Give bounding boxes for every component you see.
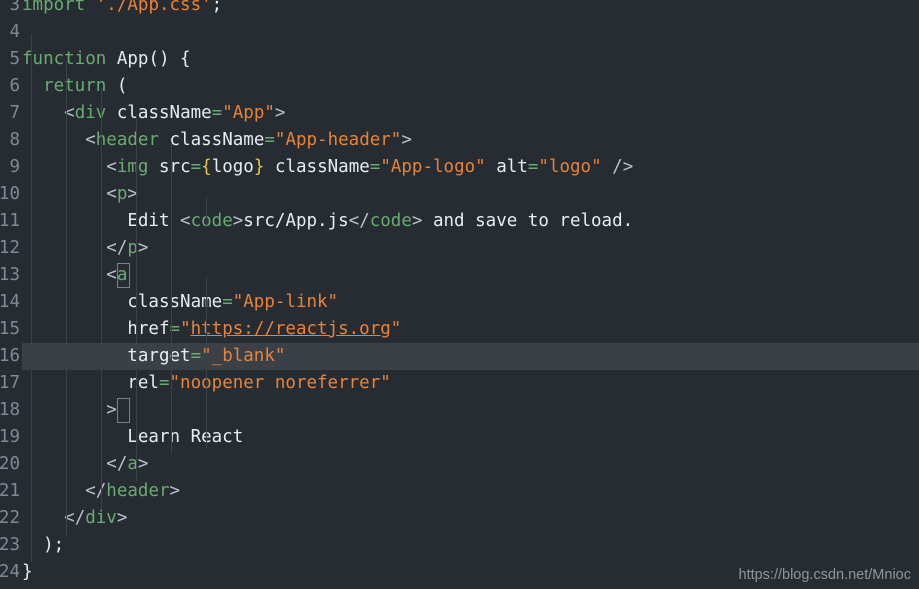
line-number: 23 — [0, 535, 20, 555]
code-line[interactable]: Learn React — [0, 424, 919, 451]
indent-guide — [206, 196, 207, 227]
code-line[interactable]: Edit <code>src/App.js</code> and save to… — [0, 208, 919, 235]
watermark-text: https://blog.csdn.net/Mnioc — [738, 567, 912, 583]
code-editor[interactable]: import './App.css'; function App() { ret… — [0, 0, 919, 589]
code-line[interactable]: </a> — [0, 451, 919, 478]
code-line-text: } — [22, 562, 33, 582]
code-line[interactable] — [0, 19, 919, 46]
line-number: 10 — [0, 184, 20, 204]
line-number: 15 — [0, 319, 20, 339]
code-line[interactable]: function App() { — [0, 46, 919, 73]
code-line-text: <p> — [106, 184, 138, 204]
line-number: 21 — [0, 481, 20, 501]
line-number: 22 — [0, 508, 20, 528]
code-line[interactable]: <header className="App-header"> — [0, 127, 919, 154]
code-line[interactable]: <img src={logo} className="App-logo" alt… — [0, 154, 919, 181]
line-number: 20 — [0, 454, 20, 474]
code-line-text: </p> — [106, 238, 149, 258]
code-line-text: Learn React — [22, 427, 244, 447]
line-number: 12 — [0, 238, 20, 258]
code-line-text: > — [106, 400, 117, 420]
line-number: 14 — [0, 292, 20, 312]
line-number: 6 — [9, 76, 20, 96]
code-line-text: Edit <code>src/App.js</code> and save to… — [22, 211, 634, 231]
code-line-text: target="_blank" — [127, 346, 286, 366]
code-line-text: <a — [106, 265, 128, 285]
code-line[interactable]: className="App-link" — [0, 289, 919, 316]
line-number: 9 — [9, 157, 20, 177]
code-line[interactable]: return ( — [0, 73, 919, 100]
code-line-text: ); — [22, 535, 65, 555]
code-line[interactable]: </p> — [0, 235, 919, 262]
line-number: 4 — [9, 22, 20, 42]
code-line-text: href="https://reactjs.org" — [127, 319, 402, 339]
line-number-gutter: 3 4 5 6 7 8 9 10 11 12 13 14 15 16 17 18 19 20 21 22 23 24 — [0, 0, 22, 589]
indent-guide — [31, 34, 32, 562]
code-line[interactable]: href="https://reactjs.org" — [0, 316, 919, 343]
line-number: 13 — [0, 265, 20, 285]
indent-guide — [206, 421, 207, 448]
line-number: 18 — [0, 400, 20, 420]
code-line[interactable]: ); — [0, 532, 919, 559]
code-line[interactable]: import './App.css'; — [0, 0, 919, 19]
line-number: 17 — [0, 373, 20, 393]
line-number: 19 — [0, 427, 20, 447]
code-line[interactable]: <p> — [0, 181, 919, 208]
line-number: 5 — [9, 49, 20, 69]
code-line-text: <div className="App"> — [64, 103, 286, 123]
line-number: 7 — [9, 103, 20, 123]
code-line-text: function App() { — [22, 49, 191, 69]
code-line-text: <header className="App-header"> — [85, 130, 412, 150]
code-line[interactable]: <a — [0, 262, 919, 289]
line-number: 16 — [0, 346, 20, 366]
indent-guide — [136, 115, 137, 481]
code-line[interactable]: > — [0, 397, 919, 424]
indent-guide — [101, 88, 102, 508]
line-number: 11 — [0, 211, 20, 231]
code-surface[interactable]: import './App.css'; function App() { ret… — [0, 0, 919, 589]
code-line-text: </div> — [64, 508, 128, 528]
line-number: 8 — [9, 130, 20, 150]
line-number: 3 — [9, 0, 20, 15]
indent-guide — [171, 142, 172, 454]
code-line-text: </a> — [106, 454, 149, 474]
code-line-text: <img src={logo} className="App-logo" alt… — [106, 157, 634, 177]
code-line-text: import './App.css'; — [22, 0, 223, 15]
code-line-text: return ( — [43, 76, 128, 96]
indent-guide — [206, 277, 207, 427]
code-line[interactable]: <div className="App"> — [0, 100, 919, 127]
code-line[interactable]: </div> — [0, 505, 919, 532]
code-line-active[interactable]: target="_blank" — [0, 343, 919, 370]
line-number: 24 — [0, 562, 20, 582]
code-line-text: className="App-link" — [127, 292, 339, 312]
code-line[interactable]: </header> — [0, 478, 919, 505]
indent-guide — [66, 61, 67, 535]
code-line[interactable]: rel="noopener noreferrer" — [0, 370, 919, 397]
